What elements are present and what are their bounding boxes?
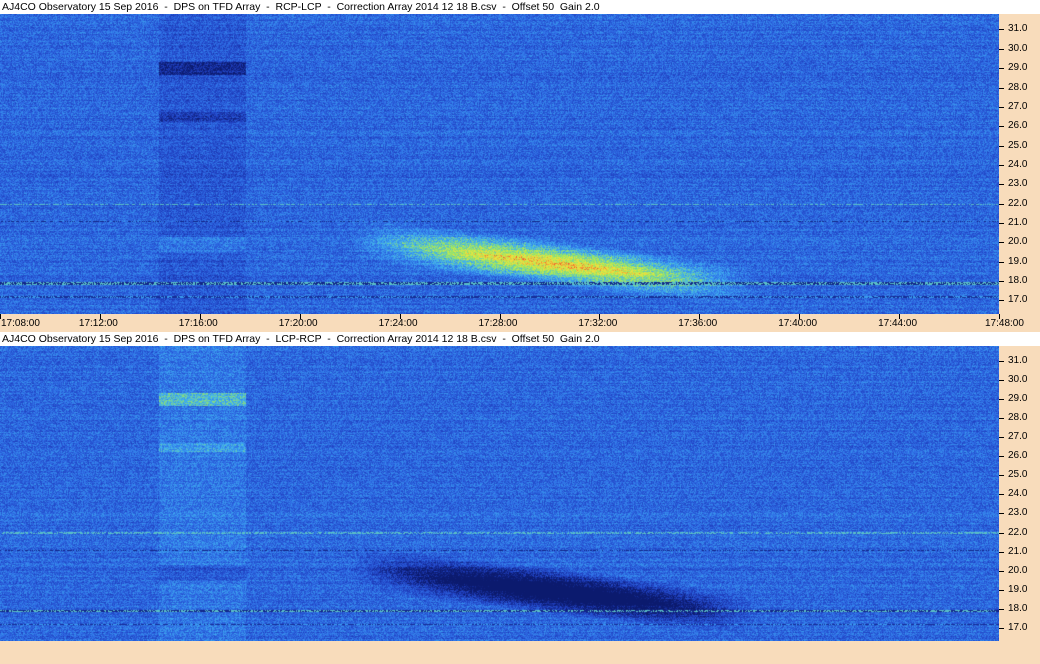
time-tick-label: 17:40:00 (778, 318, 818, 329)
frequency-tick (999, 184, 1004, 186)
frequency-tick-label: 24.0 (1008, 158, 1028, 170)
frequency-tick-label: 27.0 (1008, 431, 1028, 443)
frequency-tick-label: 25.0 (1008, 139, 1028, 151)
frequency-tick-label: 26.0 (1008, 450, 1028, 462)
frequency-tick (999, 437, 1004, 439)
frequency-tick (999, 399, 1004, 401)
bottom-axis-strip (0, 641, 1040, 664)
frequency-tick (999, 242, 1004, 244)
frequency-tick-label: 17.0 (1008, 621, 1028, 633)
frequency-tick (999, 418, 1004, 420)
frequency-tick-label: 19.0 (1008, 583, 1028, 595)
bottom-panel-title: AJ4CO Observatory 15 Sep 2016 - DPS on T… (0, 332, 1040, 346)
frequency-tick (999, 361, 1004, 363)
time-tick-label: 17:32:00 (578, 318, 618, 329)
frequency-tick (999, 164, 1004, 166)
time-tick-label: 17:28:00 (478, 318, 518, 329)
frequency-tick (999, 203, 1004, 205)
frequency-tick (999, 532, 1004, 534)
frequency-tick-label: 24.0 (1008, 488, 1028, 500)
frequency-tick (999, 106, 1004, 108)
time-axis: 17:08:00 17:12:00 17:16:00 17:20:00 17:24:00… (0, 314, 1040, 332)
frequency-tick-label: 28.0 (1008, 81, 1028, 93)
frequency-tick-label: 20.0 (1008, 236, 1028, 248)
frequency-tick (999, 608, 1004, 610)
frequency-tick (999, 68, 1004, 70)
frequency-tick-label: 29.0 (1008, 393, 1028, 405)
frequency-tick (999, 300, 1004, 302)
frequency-tick-label: 27.0 (1008, 100, 1028, 112)
frequency-tick (999, 145, 1004, 147)
frequency-tick (999, 261, 1004, 263)
frequency-tick-label: 30.0 (1008, 374, 1028, 386)
frequency-tick (999, 456, 1004, 458)
lcp-rcp-spectrogram (0, 346, 999, 641)
frequency-tick-label: 30.0 (1008, 42, 1028, 54)
frequency-tick (999, 513, 1004, 515)
frequency-tick (999, 551, 1004, 553)
frequency-tick-label: 29.0 (1008, 62, 1028, 74)
bottom-frequency-axis: 31.0 30.0 29.0 28.0 27.0 26.0 25.0 24.0 23.0 22.0… (999, 346, 1040, 641)
frequency-tick-label: 18.0 (1008, 602, 1028, 614)
frequency-tick-label: 28.0 (1008, 412, 1028, 424)
frequency-tick (999, 29, 1004, 31)
frequency-tick-label: 18.0 (1008, 275, 1028, 287)
time-tick-label: 17:16:00 (178, 318, 218, 329)
frequency-tick (999, 48, 1004, 50)
frequency-tick-label: 21.0 (1008, 217, 1028, 229)
frequency-tick-label: 17.0 (1008, 294, 1028, 306)
frequency-tick (999, 494, 1004, 496)
time-tick-label: 17:48:00 (985, 318, 1024, 329)
frequency-tick (999, 570, 1004, 572)
frequency-tick (999, 380, 1004, 382)
frequency-tick-label: 23.0 (1008, 507, 1028, 519)
frequency-tick-label: 20.0 (1008, 564, 1028, 576)
rcp-lcp-spectrogram (0, 14, 999, 314)
frequency-tick-label: 22.0 (1008, 197, 1028, 209)
time-tick-label: 17:44:00 (878, 318, 918, 329)
frequency-tick (999, 589, 1004, 591)
top-panel-title: AJ4CO Observatory 15 Sep 2016 - DPS on T… (0, 0, 1040, 14)
frequency-tick (999, 281, 1004, 283)
frequency-tick-label: 26.0 (1008, 120, 1028, 132)
frequency-tick (999, 87, 1004, 89)
frequency-tick-label: 22.0 (1008, 526, 1028, 538)
time-tick-label: 17:08:00 (1, 318, 40, 329)
frequency-tick (999, 126, 1004, 128)
frequency-tick (999, 475, 1004, 477)
frequency-tick-label: 23.0 (1008, 178, 1028, 190)
time-tick-label: 17:12:00 (78, 318, 118, 329)
frequency-tick-label: 19.0 (1008, 255, 1028, 267)
frequency-tick-label: 21.0 (1008, 545, 1028, 557)
frequency-tick-label: 25.0 (1008, 469, 1028, 481)
time-tick-label: 17:20:00 (278, 318, 318, 329)
frequency-tick-label: 31.0 (1008, 355, 1028, 367)
time-tick-label: 17:36:00 (678, 318, 718, 329)
frequency-tick (999, 627, 1004, 629)
frequency-tick-label: 31.0 (1008, 23, 1028, 35)
frequency-tick (999, 223, 1004, 225)
time-tick-label: 17:24:00 (378, 318, 418, 329)
top-frequency-axis: 31.0 30.0 29.0 28.0 27.0 26.0 25.0 24.0 23.0 22.0… (999, 14, 1040, 314)
